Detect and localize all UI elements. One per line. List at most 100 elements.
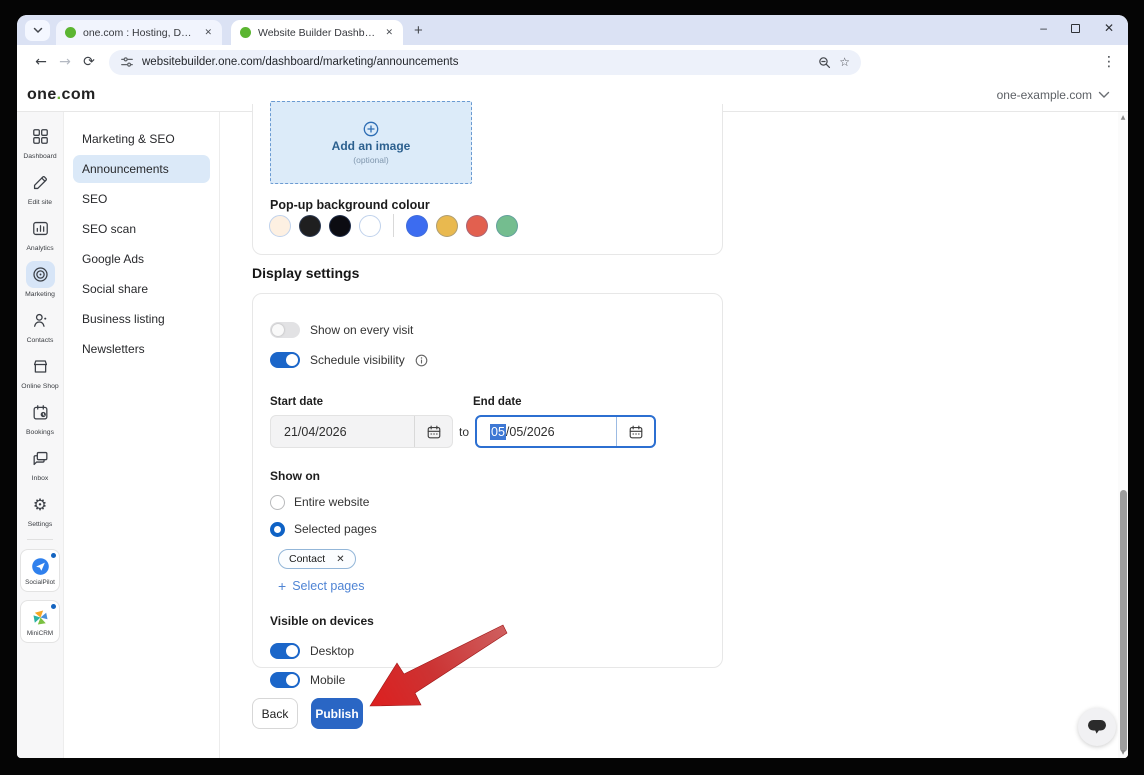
display-settings-heading: Display settings <box>252 265 359 281</box>
mobile-toggle-row: Mobile <box>270 672 705 688</box>
sidebar-item-settings[interactable]: ⚙ Settings <box>17 491 63 528</box>
subnav-item-business-listing[interactable]: Business listing <box>73 305 210 333</box>
tab-search-button[interactable] <box>25 20 50 41</box>
swatch-black-2[interactable] <box>329 215 351 237</box>
show-on-label: Show on <box>270 469 705 483</box>
swatch-gold[interactable] <box>436 215 458 237</box>
radio-selected[interactable] <box>270 522 285 537</box>
url-bar[interactable]: websitebuilder.one.com/dashboard/marketi… <box>109 50 861 75</box>
browser-tab-onecom[interactable]: one.com : Hosting, Domain, Em ✕ <box>56 20 222 45</box>
select-pages-link[interactable]: + Select pages <box>278 579 705 593</box>
subnav-item-social-share[interactable]: Social share <box>73 275 210 303</box>
display-settings-card: Show on every visit Schedule visibility … <box>252 293 723 668</box>
page-chip-contact[interactable]: Contact ✕ <box>278 549 356 569</box>
minimize-button[interactable]: – <box>1040 22 1047 34</box>
publish-button[interactable]: Publish <box>311 698 363 729</box>
notification-dot <box>51 604 56 609</box>
primary-sidebar: Dashboard Edit site Analytics <box>17 112 64 758</box>
radio-unselected[interactable] <box>270 495 285 510</box>
domain-selector[interactable]: one-example.com <box>997 88 1110 102</box>
vertical-scrollbar[interactable]: ▲ ▼ <box>1118 112 1128 758</box>
add-image-dropzone[interactable]: Add an image (optional) <box>270 101 472 184</box>
sidebar-item-contacts[interactable]: Contacts <box>17 307 63 344</box>
speech-bubble-icon <box>1087 719 1107 736</box>
scrollbar-thumb[interactable] <box>1120 490 1127 752</box>
minicrm-icon <box>30 607 51 628</box>
swatch-black-1[interactable] <box>299 215 321 237</box>
mobile-toggle[interactable] <box>270 672 300 688</box>
sidebar-item-edit-site[interactable]: Edit site <box>17 169 63 206</box>
subnav-item-newsletters[interactable]: Newsletters <box>73 335 210 363</box>
swatch-blue[interactable] <box>406 215 428 237</box>
info-icon[interactable] <box>415 354 428 367</box>
end-date-input[interactable]: 05/05/2026 <box>475 415 656 448</box>
entire-website-option[interactable]: Entire website <box>270 494 705 510</box>
colour-swatches <box>269 214 518 237</box>
marketing-subnav: Marketing & SEO Announcements SEO SEO sc… <box>64 112 220 758</box>
schedule-visibility-toggle[interactable] <box>270 352 300 368</box>
subnav-item-seo-scan[interactable]: SEO scan <box>73 215 210 243</box>
show-every-visit-toggle[interactable] <box>270 322 300 338</box>
subnav-item-seo[interactable]: SEO <box>73 185 210 213</box>
calendar-icon[interactable] <box>414 416 452 447</box>
main-content: Add an image (optional) Pop-up backgroun… <box>220 112 1128 758</box>
close-button[interactable]: ✕ <box>1104 22 1114 34</box>
swatch-cream[interactable] <box>269 215 291 237</box>
end-date-label: End date <box>473 396 522 408</box>
zoom-page-icon[interactable] <box>818 56 831 69</box>
browser-menu-icon[interactable]: ⋮ <box>1102 54 1116 70</box>
chevron-down-icon <box>1098 91 1110 99</box>
bookmark-star-icon[interactable]: ☆ <box>839 55 850 69</box>
popup-content-card: Add an image (optional) Pop-up backgroun… <box>252 104 723 255</box>
swatch-green[interactable] <box>496 215 518 237</box>
swatch-coral[interactable] <box>466 215 488 237</box>
forward-nav-icon[interactable]: → <box>53 54 77 70</box>
back-button[interactable]: Back <box>252 698 298 729</box>
new-tab-button[interactable]: + <box>414 23 423 38</box>
visible-on-devices-label: Visible on devices <box>270 614 705 628</box>
reload-icon[interactable]: ⟳ <box>77 54 101 70</box>
browser-tab-dashboard[interactable]: Website Builder Dashboard ✕ <box>231 20 403 45</box>
chat-widget-button[interactable] <box>1078 708 1116 746</box>
target-icon <box>26 261 55 288</box>
date-labels-row: Start date End date <box>270 396 705 411</box>
edit-pencil-icon <box>26 169 55 196</box>
inbox-chat-icon <box>26 445 55 472</box>
chip-remove-icon[interactable]: ✕ <box>336 554 344 565</box>
scroll-down-arrow[interactable]: ▼ <box>1118 749 1128 756</box>
domain-name: one-example.com <box>997 88 1092 102</box>
sidebar-item-dashboard[interactable]: Dashboard <box>17 123 63 160</box>
tab-close-icon[interactable]: ✕ <box>203 27 213 38</box>
calendar-icon[interactable] <box>616 417 654 446</box>
sidebar-item-marketing[interactable]: Marketing <box>17 261 63 298</box>
subnav-item-marketing-seo[interactable]: Marketing & SEO <box>73 125 210 153</box>
contacts-person-icon <box>26 307 55 334</box>
sidebar-divider <box>27 539 53 540</box>
subnav-item-google-ads[interactable]: Google Ads <box>73 245 210 273</box>
back-nav-icon[interactable]: ← <box>29 54 53 70</box>
site-info-icon[interactable] <box>120 55 134 69</box>
sidebar-item-analytics[interactable]: Analytics <box>17 215 63 252</box>
sidebar-app-socialpilot[interactable]: SocialPilot <box>20 549 60 592</box>
add-image-note: (optional) <box>353 155 388 165</box>
browser-window: one.com : Hosting, Domain, Em ✕ Website … <box>17 15 1128 758</box>
socialpilot-icon <box>30 556 51 577</box>
desktop-toggle[interactable] <box>270 643 300 659</box>
sidebar-item-inbox[interactable]: Inbox <box>17 445 63 482</box>
url-text[interactable]: websitebuilder.one.com/dashboard/marketi… <box>142 56 810 68</box>
browser-toolbar: ← → ⟳ websitebuilder.one.com/dashboard/m… <box>17 45 1128 79</box>
tab-close-icon[interactable]: ✕ <box>384 27 394 38</box>
subnav-item-announcements[interactable]: Announcements <box>73 155 210 183</box>
to-label: to <box>453 425 475 439</box>
selected-pages-option[interactable]: Selected pages <box>270 521 705 537</box>
tab-title: Website Builder Dashboard <box>258 27 377 39</box>
scroll-up-arrow[interactable]: ▲ <box>1118 114 1128 121</box>
maximize-button[interactable] <box>1071 24 1080 33</box>
sidebar-app-minicrm[interactable]: MiniCRM <box>20 600 60 643</box>
swatch-white[interactable] <box>359 215 381 237</box>
start-date-input[interactable]: 21/04/2026 <box>270 415 453 448</box>
sidebar-item-bookings[interactable]: Bookings <box>17 399 63 436</box>
gear-icon: ⚙ <box>26 491 55 518</box>
sidebar-item-online-shop[interactable]: Online Shop <box>17 353 63 390</box>
schedule-visibility-row: Schedule visibility <box>270 352 705 368</box>
